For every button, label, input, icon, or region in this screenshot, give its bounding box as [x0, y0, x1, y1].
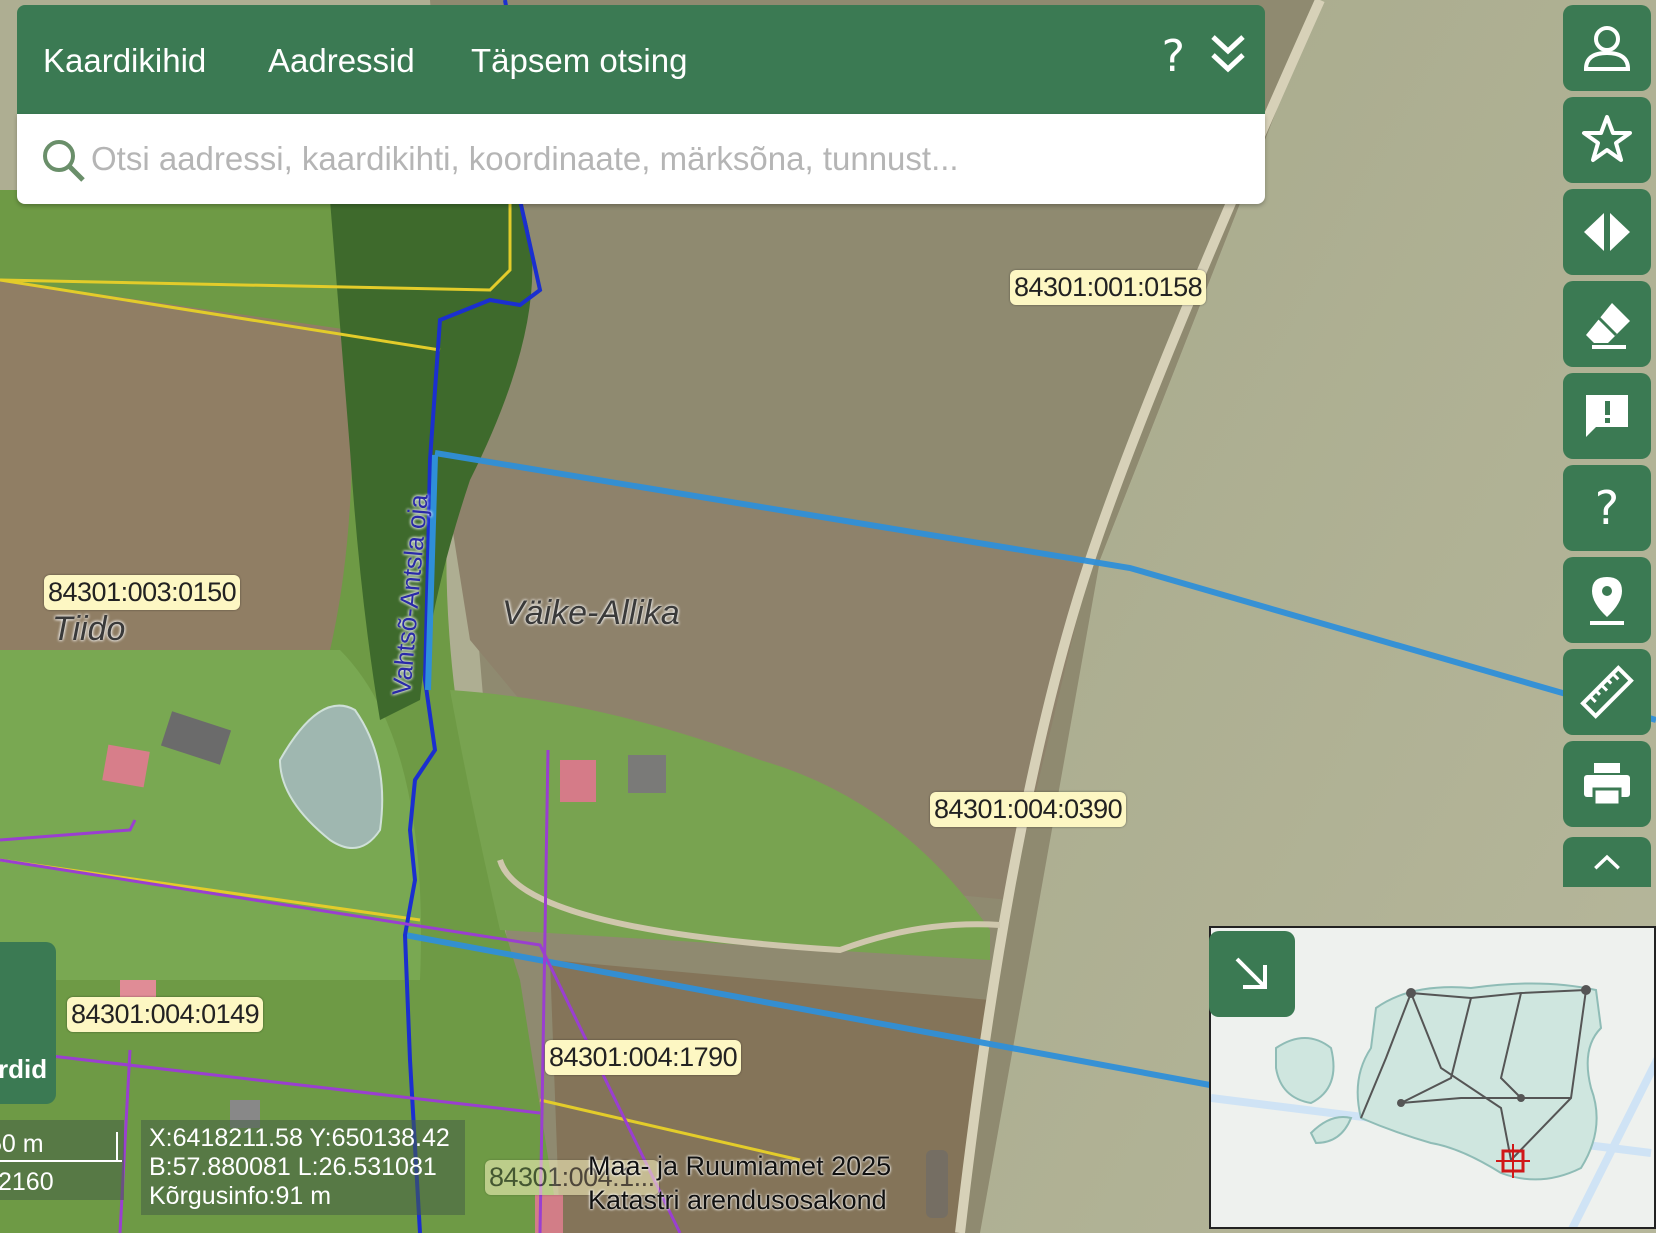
parcel-label: 84301:003:0150: [44, 575, 241, 610]
left-panel-tab[interactable]: rdid: [0, 942, 56, 1104]
attribution-scrollbar[interactable]: [926, 1150, 948, 1218]
scale-line: [0, 1160, 122, 1162]
ruler-icon: [1580, 665, 1634, 719]
left-panel-label: rdid: [0, 1054, 48, 1084]
place-name: Väike-Allika: [502, 594, 680, 632]
toolbar-collapse-button[interactable]: [1563, 837, 1651, 887]
place-name: Tiido: [52, 610, 126, 648]
minimap-collapse-button[interactable]: [1209, 931, 1295, 1017]
star-icon: [1582, 115, 1632, 162]
attribution-line: Maa- ja Ruumiamet 2025: [588, 1151, 892, 1181]
scale-ratio: 2160: [0, 1168, 54, 1196]
help-icon: ?: [1594, 481, 1620, 535]
scale-distance: 50 m: [0, 1130, 44, 1158]
compare-icon: [1584, 213, 1630, 251]
parcel-label: 84301:004:1790: [545, 1040, 742, 1075]
user-button[interactable]: [1563, 5, 1651, 91]
attribution: Maa- ja Ruumiamet 2025 Katastri arenduso…: [588, 1149, 891, 1217]
help-button[interactable]: ?: [1563, 465, 1651, 551]
tab-tapsem-otsing[interactable]: Täpsem otsing: [471, 42, 687, 80]
feedback-button[interactable]: [1563, 373, 1651, 459]
scale-bar: 50 m 2160: [0, 1120, 124, 1200]
chevron-double-down-icon[interactable]: [1207, 31, 1249, 77]
scale-tick: [116, 1132, 118, 1160]
feedback-icon: [1586, 395, 1628, 437]
favorites-button[interactable]: [1563, 97, 1651, 183]
search-bar: [17, 114, 1265, 204]
eraser-icon: [1586, 303, 1630, 349]
user-icon: [1583, 26, 1631, 71]
tab-kaardikihid[interactable]: Kaardikihid: [43, 42, 206, 80]
print-button[interactable]: [1563, 741, 1651, 827]
compare-button[interactable]: [1563, 189, 1651, 275]
search-input[interactable]: [89, 132, 1243, 186]
elevation-info: Kõrgusinfo:91 m: [149, 1182, 332, 1210]
parcel-label: 84301:004:0390: [930, 792, 1127, 827]
print-icon: [1584, 763, 1630, 807]
help-icon[interactable]: ?: [1162, 31, 1185, 82]
location-button[interactable]: [1563, 557, 1651, 643]
measure-button[interactable]: [1563, 649, 1651, 735]
parcel-label: 84301:001:0158: [1010, 270, 1207, 305]
eraser-button[interactable]: [1563, 281, 1651, 367]
location-icon: [1590, 577, 1624, 625]
coordinates-xy: X:6418211.58 Y:650138.42: [149, 1124, 450, 1152]
coordinates-readout: X:6418211.58 Y:650138.42 B:57.880081 L:2…: [141, 1120, 465, 1215]
arrow-down-right-icon: [1235, 957, 1267, 989]
parcel-label: 84301:004:0149: [67, 997, 264, 1032]
tab-aadressid[interactable]: Aadressid: [268, 42, 415, 80]
coordinates-bl: B:57.880081 L:26.531081: [149, 1153, 437, 1181]
chevron-up-icon: [1594, 854, 1620, 870]
top-navigation-bar: Kaardikihid Aadressid Täpsem otsing ?: [17, 5, 1265, 114]
search-icon: [43, 140, 85, 182]
attribution-line: Katastri arendusosakond: [588, 1185, 887, 1215]
